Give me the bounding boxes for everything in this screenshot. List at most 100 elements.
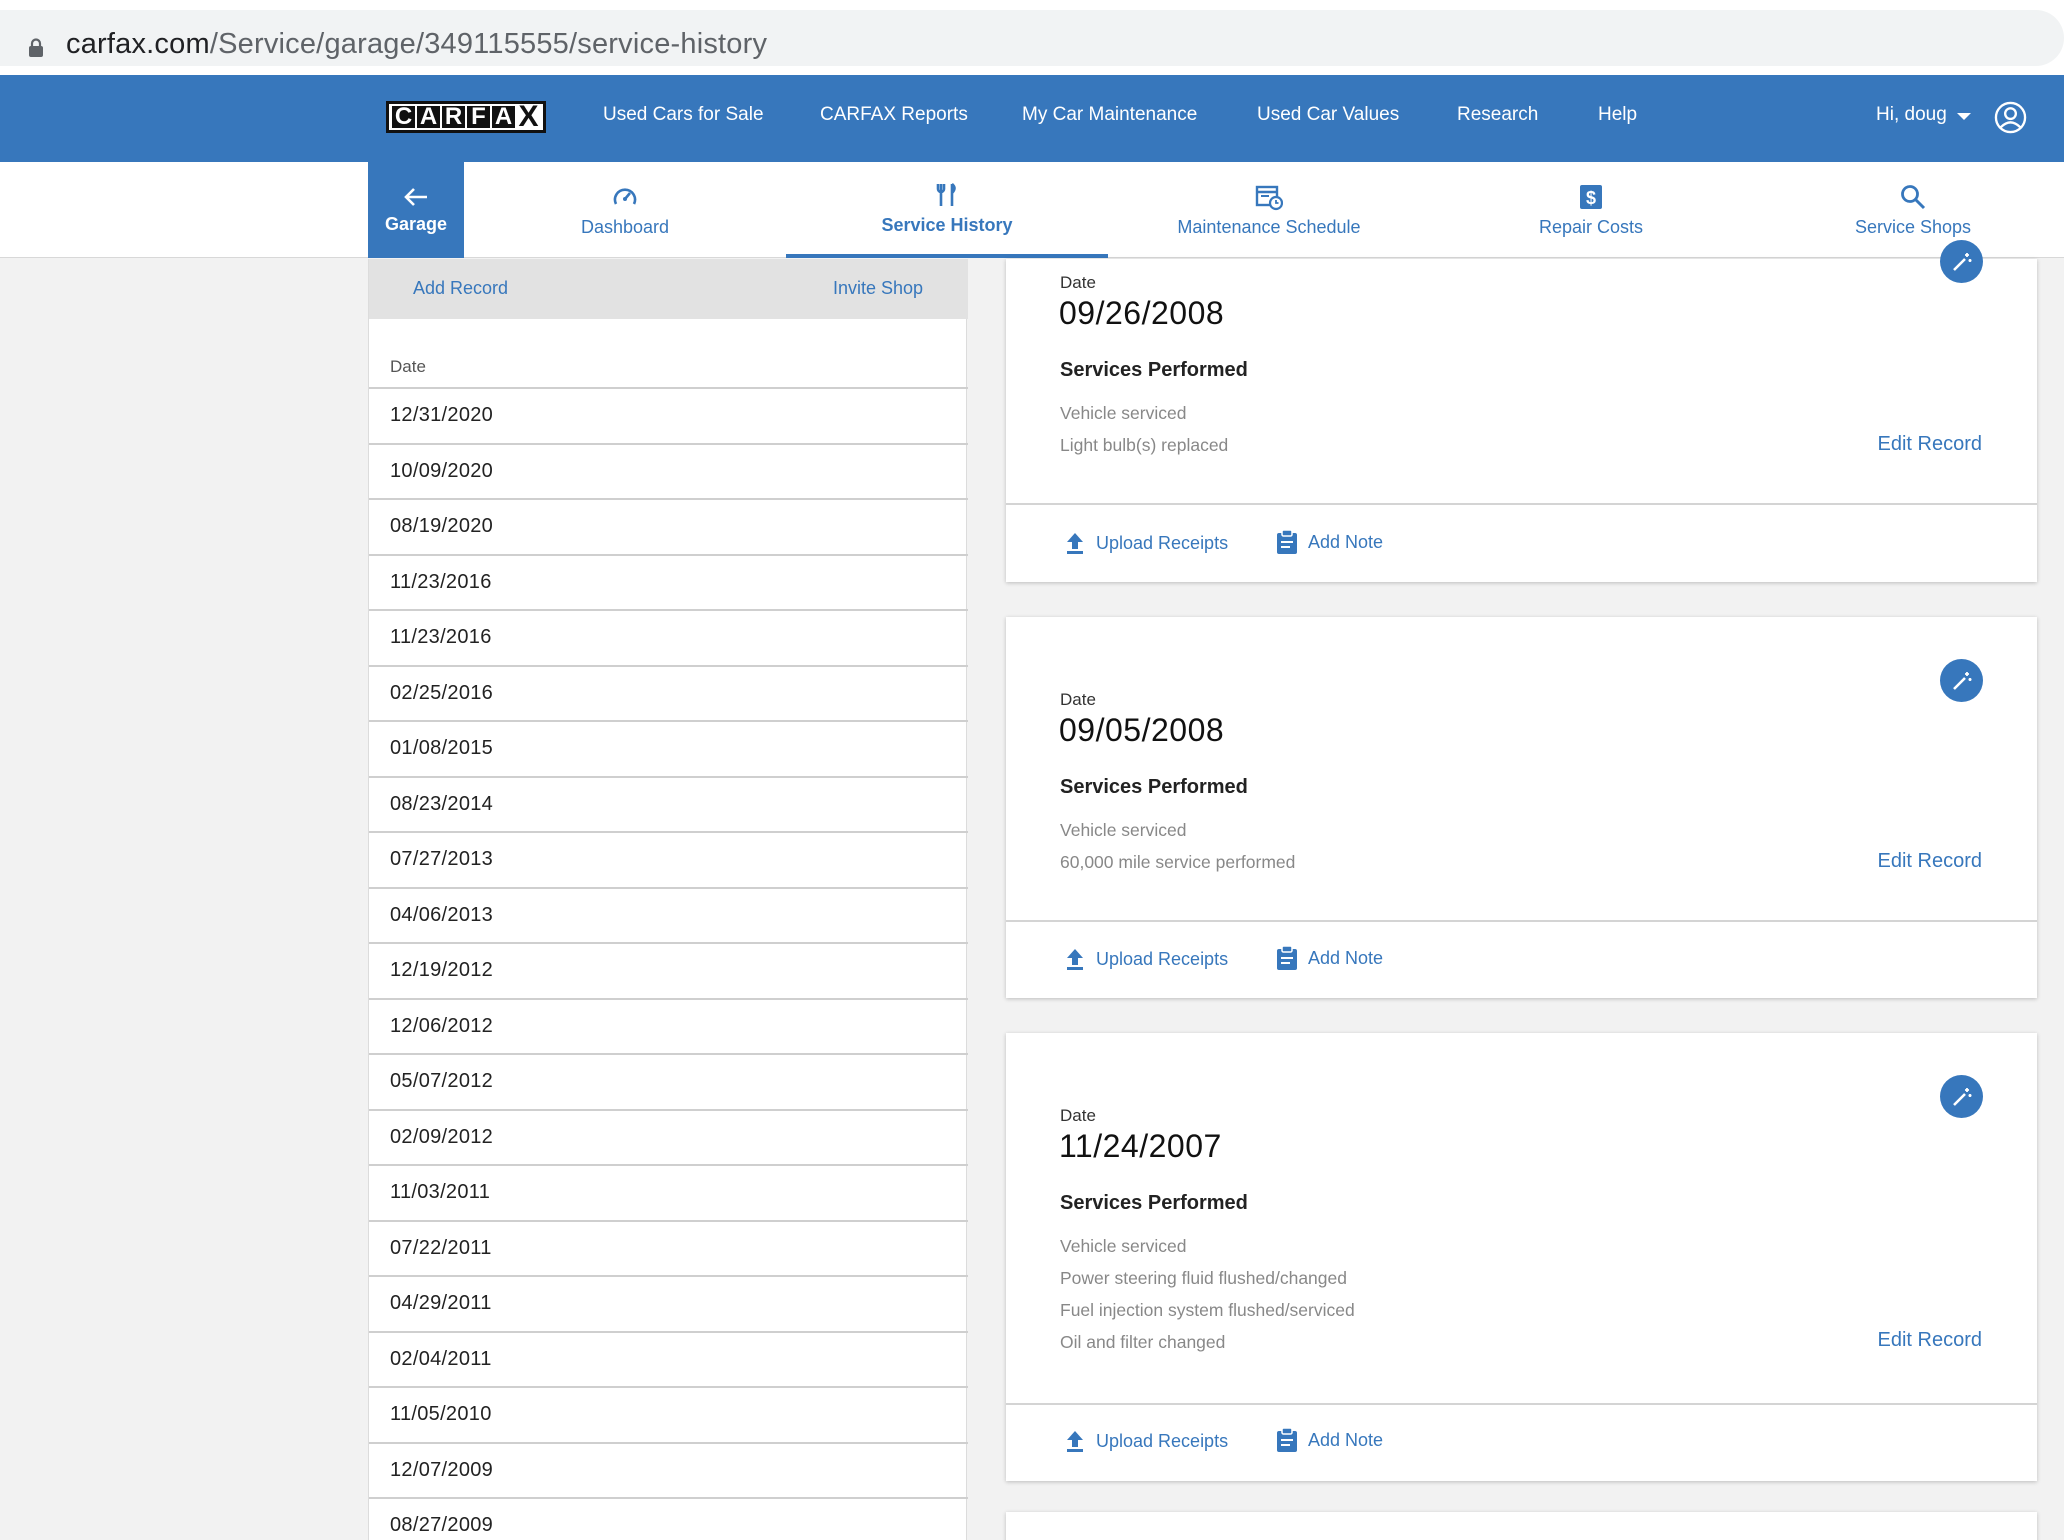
nav-used-car-values[interactable]: Used Car Values (1257, 104, 1399, 126)
date-list-item[interactable]: 07/22/2011 (369, 1222, 968, 1277)
nav-carfax-reports[interactable]: CARFAX Reports (820, 104, 968, 126)
add-note-button[interactable]: Add Note (1276, 529, 1383, 555)
record-date-label: Date (1060, 1106, 1096, 1125)
service-record-card: Date 11/24/2007 Services Performed Vehic… (1006, 1033, 2037, 1481)
add-note-label: Add Note (1308, 1429, 1384, 1450)
date-list-item[interactable]: 10/09/2020 (369, 445, 968, 500)
url-host: carfax.com (66, 28, 210, 60)
edit-record-fab[interactable] (1940, 659, 1983, 702)
tab-service-history[interactable]: Service History (786, 162, 1108, 258)
date-list-item[interactable]: 01/08/2015 (369, 722, 968, 778)
edit-record-link[interactable]: Edit Record (1878, 433, 1983, 456)
date-list-item[interactable]: 04/06/2013 (369, 889, 968, 944)
date-list-item[interactable]: 12/06/2012 (369, 1000, 968, 1055)
add-note-button[interactable]: Add Note (1276, 1427, 1383, 1453)
carfax-logo[interactable]: C A R F A X (386, 101, 546, 133)
record-date-label: Date (1060, 273, 1096, 292)
edit-record-link[interactable]: Edit Record (1878, 1329, 1983, 1352)
add-note-label: Add Note (1308, 531, 1384, 552)
date-list-item[interactable]: 04/29/2011 (369, 1277, 968, 1333)
record-date: 09/05/2008 (1059, 712, 1225, 748)
invite-shop-link[interactable]: Invite Shop (833, 278, 923, 299)
tab-dashboard[interactable]: Dashboard (464, 162, 786, 258)
edit-record-fab[interactable] (1940, 1075, 1983, 1118)
services-performed-title: Services Performed (1060, 1192, 1248, 1214)
service-item: Fuel injection system flushed/serviced (1060, 1300, 1355, 1320)
service-item: Vehicle serviced (1060, 1236, 1187, 1256)
add-record-link[interactable]: Add Record (413, 278, 508, 299)
date-column-header: Date (390, 357, 426, 376)
nav-help[interactable]: Help (1598, 104, 1637, 126)
lock-icon (29, 38, 43, 57)
date-list-item[interactable]: 12/31/2020 (369, 389, 968, 445)
url-field[interactable]: carfax.com/Service/garage/349115555/serv… (0, 10, 2064, 66)
upload-receipts-label: Upload Receipts (1096, 1430, 1229, 1451)
date-list-item[interactable]: 12/07/2009 (369, 1444, 968, 1499)
service-record-card: Date 09/26/2008 Services Performed Vehic… (1006, 240, 2037, 582)
logo-letter: X (517, 100, 540, 133)
tab-label: Dashboard (580, 216, 670, 237)
speedometer-icon (613, 187, 637, 205)
account-icon[interactable] (1994, 101, 2027, 134)
record-date: 11/24/2007 (1059, 1128, 1222, 1164)
nav-my-car-maintenance[interactable]: My Car Maintenance (1022, 104, 1197, 126)
date-list-item[interactable]: 08/23/2014 (369, 778, 968, 833)
upload-icon (1067, 533, 1083, 554)
service-item: Oil and filter changed (1060, 1332, 1226, 1352)
logo-letter: R (442, 105, 465, 129)
date-list-item[interactable]: 05/07/2012 (369, 1055, 968, 1111)
add-note-button[interactable]: Add Note (1276, 945, 1383, 971)
edit-record-link[interactable]: Edit Record (1878, 850, 1983, 873)
carfax-logo-box: C A R F A X (386, 101, 546, 133)
services-performed-title: Services Performed (1060, 359, 1248, 381)
service-record-card (1006, 1512, 2037, 1540)
url-text: carfax.com/Service/garage/349115555/serv… (66, 28, 767, 61)
edit-record-fab[interactable] (1940, 240, 1983, 283)
user-menu[interactable]: Hi, doug (1876, 104, 1971, 126)
service-record-card: Date 09/05/2008 Services Performed Vehic… (1006, 617, 2037, 998)
services-performed-title: Services Performed (1060, 776, 1248, 798)
record-date-label: Date (1060, 690, 1096, 709)
clipboard-note-icon (1277, 1427, 1297, 1452)
tab-service-shops[interactable]: Service Shops (1752, 162, 2064, 258)
upload-receipts-button[interactable]: Upload Receipts (1064, 947, 1228, 971)
upload-receipts-button[interactable]: Upload Receipts (1064, 531, 1228, 555)
add-note-label: Add Note (1308, 947, 1384, 968)
card-divider (1006, 1403, 2037, 1405)
tab-label: Service History (881, 214, 1013, 235)
upload-receipts-button[interactable]: Upload Receipts (1064, 1429, 1228, 1453)
date-list-item[interactable]: 08/19/2020 (369, 500, 968, 556)
tab-maintenance-schedule[interactable]: Maintenance Schedule (1108, 162, 1430, 258)
tab-repair-costs[interactable]: $ Repair Costs (1430, 162, 1752, 258)
date-list-item[interactable]: 12/19/2012 (369, 944, 968, 1000)
date-list-item[interactable]: 02/25/2016 (369, 667, 968, 722)
search-icon (1901, 184, 1926, 209)
record-date: 09/26/2008 (1059, 295, 1225, 331)
date-list-item[interactable]: 11/03/2011 (369, 1166, 968, 1222)
date-list-item[interactable]: 11/23/2016 (369, 611, 968, 667)
record-actions-bar: Add Record Invite Shop (369, 259, 968, 319)
wrench-tools-icon (936, 182, 956, 206)
logo-letter: C (392, 105, 415, 129)
tab-label: Repair Costs (1538, 216, 1644, 237)
nav-research[interactable]: Research (1457, 104, 1538, 126)
nav-used-cars-for-sale[interactable]: Used Cars for Sale (603, 104, 764, 126)
date-list-item[interactable]: 11/23/2016 (369, 556, 968, 611)
tab-label: Maintenance Schedule (1177, 216, 1361, 237)
date-list-item[interactable]: 07/27/2013 (369, 833, 968, 889)
date-list-item[interactable]: 08/27/2009 (369, 1499, 968, 1540)
upload-icon (1067, 1431, 1083, 1452)
date-list-item[interactable]: 02/09/2012 (369, 1111, 968, 1166)
svg-text:$: $ (1586, 188, 1596, 208)
upload-receipts-label: Upload Receipts (1096, 532, 1229, 553)
garage-back-button[interactable]: Garage (368, 162, 464, 258)
card-divider (1006, 503, 2037, 505)
date-list-item[interactable]: 02/04/2011 (369, 1333, 968, 1388)
upload-receipts-label: Upload Receipts (1096, 948, 1229, 969)
user-greeting: Hi, doug (1876, 104, 1947, 125)
card-divider (1006, 920, 2037, 922)
date-list-item[interactable]: 11/05/2010 (369, 1388, 968, 1444)
dollar-icon: $ (1580, 184, 1602, 209)
tab-label: Service Shops (1854, 216, 1972, 237)
logo-letter: F (467, 105, 490, 129)
